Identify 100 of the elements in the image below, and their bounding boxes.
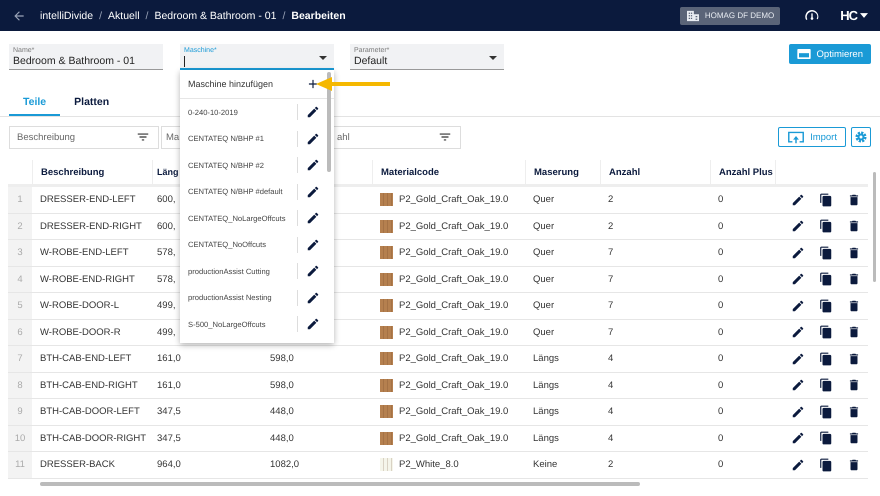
copy-icon[interactable] [819,246,833,260]
settings-button[interactable] [851,127,871,147]
tenant-badge[interactable]: HOMAG DF DEMO [680,6,780,24]
column-header[interactable]: Maserung [534,166,579,178]
breadcrumb-link[interactable]: intelliDivide [40,10,94,22]
table-cell-text: 0 [717,326,724,340]
edit-icon[interactable] [791,458,805,472]
table-cell-text: 0 [717,246,724,260]
copy-icon[interactable] [819,219,833,234]
table-cell-text: DRESSER-END-LEFT [39,193,137,208]
copy-icon[interactable] [819,378,833,392]
table-cell-text: W-ROBE-END-RIGHT [39,272,136,287]
edit-icon[interactable] [306,290,320,305]
copy-icon[interactable] [819,458,833,472]
table-cell-text: 7 [607,299,614,314]
edit-icon[interactable] [791,219,805,234]
table-cell-text: 0 [717,299,724,314]
edit-icon[interactable] [791,378,805,392]
table-cell-text: 448,0 [269,405,295,420]
delete-icon[interactable] [847,298,861,313]
edit-icon[interactable] [791,404,805,419]
table-cell-text: 7 [607,246,614,260]
delete-icon[interactable] [847,219,861,234]
table-cell-text: 598,0 [269,352,295,366]
edit-icon[interactable] [306,317,320,332]
copy-icon[interactable] [819,298,833,313]
table-cell-text: W-ROBE-DOOR-R [39,326,122,340]
user-logo[interactable]: HC [840,8,857,23]
table-cell-text: Quer [532,193,556,208]
table-cell-text: 0 [717,432,724,446]
delete-icon[interactable] [847,404,861,419]
table-cell-text: 7 [607,326,614,340]
delete-icon[interactable] [847,272,861,286]
edit-icon[interactable] [791,352,805,366]
copy-icon[interactable] [819,352,833,366]
table-cell-text: BTH-CAB-DOOR-LEFT [39,405,141,420]
copy-icon[interactable] [819,325,833,340]
row-number: 11 [8,452,32,478]
edit-icon[interactable] [791,298,805,313]
table-cell: 578, [157,274,176,285]
copy-icon[interactable] [819,431,833,446]
table-cell: 499, [157,300,176,312]
edit-icon[interactable] [791,325,805,340]
building-icon [686,10,700,22]
delete-icon[interactable] [847,458,861,472]
edit-icon[interactable] [306,211,320,226]
row-number: 8 [8,372,32,398]
column-header[interactable]: Läng [157,167,178,177]
column-header[interactable]: Materialcode [381,166,440,178]
table-cell: P2_Gold_Craft_Oak_19.0 [399,247,508,258]
edit-icon[interactable] [306,238,320,252]
delete-icon[interactable] [847,352,861,366]
table-cell: 578, [157,247,176,258]
breadcrumb-separator: / [99,10,102,22]
table-cell: 600, [157,220,176,232]
table-cell-text: Längs [532,378,560,393]
dropdown-caret-icon[interactable] [319,56,327,60]
table-cell-text: 0 [717,458,724,472]
edit-icon[interactable] [306,105,320,120]
edit-icon[interactable] [306,184,320,199]
breadcrumb-separator: / [146,10,148,22]
table-cell: 161,0 [157,380,181,391]
table-cell: P2_Gold_Craft_Oak_19.0 [399,326,508,338]
delete-icon[interactable] [847,431,861,446]
breadcrumb-link[interactable]: Bedroom & Bathroom - 01 [154,10,276,22]
table-cell: 347,5 [157,406,181,418]
breadcrumb-link[interactable]: Aktuell [108,10,140,22]
table-cell-text: 0 [717,220,724,234]
copy-icon[interactable] [819,404,833,419]
edit-icon[interactable] [306,264,320,278]
column-header[interactable]: Anzahl Plus [719,166,773,178]
filter-field[interactable]: Beschreibung [9,126,159,148]
tab[interactable]: Platten [60,90,124,116]
table-cell-text: 4 [607,352,614,366]
table-cell-text: 1082,0 [269,458,300,472]
delete-icon[interactable] [847,325,861,340]
edit-icon[interactable] [791,272,805,286]
table-cell-text: 0 [717,272,724,287]
edit-icon[interactable] [306,132,320,146]
back-arrow-icon[interactable] [12,8,26,22]
delete-icon[interactable] [847,246,861,260]
dropdown-caret-icon[interactable] [489,56,497,60]
caret-icon[interactable] [860,13,868,18]
edit-icon[interactable] [791,246,805,260]
table-cell-text: W-ROBE-END-LEFT [39,246,130,260]
table-cell-text: Längs [532,432,560,446]
column-header[interactable]: Anzahl [609,166,640,178]
panel-icon [796,49,811,59]
delete-icon[interactable] [847,192,861,207]
menu-item[interactable]: Maschine hinzufügen [188,79,306,89]
column-header[interactable]: Beschreibung [41,166,104,178]
edit-icon[interactable] [791,431,805,446]
copy-icon[interactable] [819,272,833,286]
table-cell-text: W-ROBE-DOOR-L [39,299,120,314]
table-cell-text: 4 [607,378,614,393]
copy-icon[interactable] [819,192,833,207]
delete-icon[interactable] [847,378,861,392]
edit-icon[interactable] [306,158,320,172]
edit-icon[interactable] [791,192,805,207]
table-cell-text: DRESSER-BACK [39,458,116,472]
